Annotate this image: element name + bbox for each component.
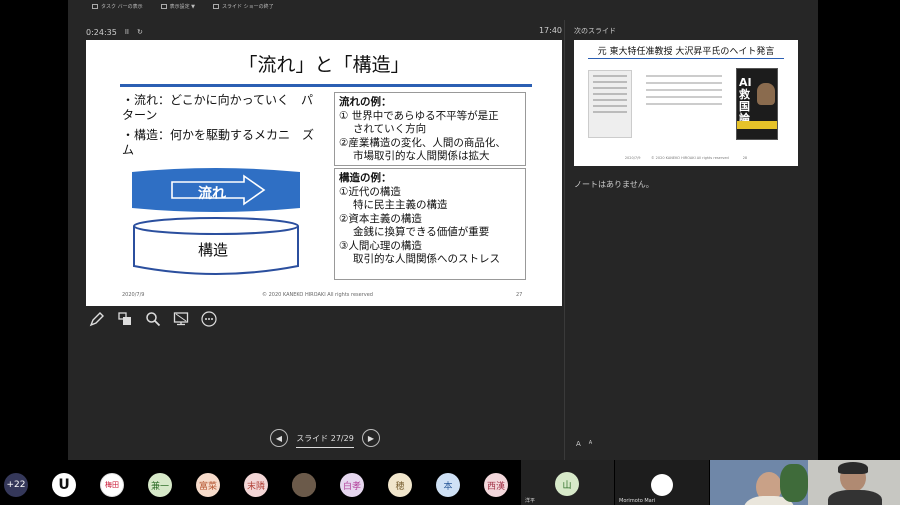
end-show-button[interactable]: スライド ショーの終了 bbox=[213, 3, 274, 10]
article-text-thumbnail bbox=[646, 70, 722, 110]
zoom-icon[interactable] bbox=[144, 310, 162, 328]
logo-avatar[interactable]: U bbox=[52, 473, 76, 497]
avatar[interactable]: 兼一 bbox=[148, 473, 172, 497]
box-line: ②産業構造の変化、人間の商品化、 bbox=[339, 136, 506, 149]
clock: 17:40 bbox=[538, 26, 562, 35]
participant-name: Morimoto Mari bbox=[619, 498, 656, 504]
next-slide-label: 次のスライド bbox=[574, 27, 616, 35]
next-slide-title: 元 東大特任准教授 大沢昇平氏のヘイト発言 bbox=[597, 47, 775, 57]
slide-date: 2020/7/9 bbox=[122, 292, 145, 298]
photo-avatar[interactable] bbox=[292, 473, 316, 497]
avatar bbox=[651, 474, 673, 496]
book-title: AI救国論 bbox=[739, 76, 752, 125]
box-line: 市場取引的な人間関係は拡大 bbox=[353, 150, 490, 162]
avatar: 山 bbox=[555, 472, 579, 496]
notes-font-controls: A A bbox=[576, 440, 592, 448]
next-slide-button[interactable]: ▶ bbox=[361, 429, 380, 447]
presenter-toolbar: タスク バーの表示 表示設定 ▼ スライド ショーの終了 bbox=[68, 0, 818, 12]
end-show-icon bbox=[213, 3, 220, 9]
video-tile[interactable] bbox=[808, 460, 900, 505]
screen-icon[interactable] bbox=[172, 310, 190, 328]
avatar[interactable]: 本 bbox=[436, 473, 460, 497]
avatar[interactable]: 末隣 bbox=[244, 473, 268, 497]
person-hair bbox=[838, 462, 868, 474]
next-slide-underline bbox=[588, 58, 784, 59]
stamp-avatar[interactable]: 梅田 bbox=[100, 473, 124, 497]
current-slide: 「流れ」と「構造」 ・流れ：どこかに向かっていく パターン ・構造：何かを駆動す… bbox=[86, 40, 562, 306]
more-icon[interactable] bbox=[200, 310, 218, 328]
slide-copyright: © 2020 KANEKO HIROAKI All rights reserve… bbox=[262, 292, 373, 298]
title-underline bbox=[120, 84, 532, 87]
increase-font-button[interactable]: A bbox=[576, 440, 581, 448]
box-line: ②資本主義の構造 bbox=[339, 212, 422, 225]
bullet-flow: ・流れ：どこかに向かっていく パターン bbox=[122, 93, 314, 122]
avatar[interactable]: 穂 bbox=[388, 473, 412, 497]
elapsed-timer: 0:24:35 bbox=[86, 27, 117, 37]
slide-navigation: ◀ スライド 27/29 ▶ bbox=[270, 428, 380, 448]
reset-icon[interactable]: ↻ bbox=[137, 28, 143, 36]
box-line: 取引的な人間関係へのストレス bbox=[353, 253, 500, 265]
next-slide-footer: 2020/7/9 © 2020 KANEKO HIROAKI All right… bbox=[624, 156, 748, 160]
prev-slide-button[interactable]: ◀ bbox=[270, 429, 288, 447]
box-line: 特に民主主義の構造 bbox=[353, 199, 448, 211]
structure-examples-box: 構造の例： ①近代の構造 特に民主主義の構造 ②資本主義の構造 金銭に換算できる… bbox=[334, 168, 526, 280]
avatar[interactable]: 白孝 bbox=[340, 473, 364, 497]
person-body bbox=[828, 490, 882, 505]
box-line: 金銭に換算できる価値が重要 bbox=[353, 226, 490, 238]
video-tile[interactable]: Morimoto Mari bbox=[615, 460, 709, 505]
book-cover-image: AI救国論 bbox=[736, 68, 778, 140]
slide-page-number: 27 bbox=[516, 292, 523, 298]
author-photo bbox=[757, 83, 775, 105]
video-tile[interactable] bbox=[710, 460, 808, 505]
box-heading: 流れの例： bbox=[339, 96, 392, 108]
video-tile[interactable]: 山 洋平 bbox=[521, 460, 614, 505]
screenshot-thumbnail bbox=[588, 70, 632, 138]
structure-label: 構造 bbox=[198, 241, 229, 259]
taskbar-icon bbox=[92, 3, 98, 9]
speaker-notes[interactable]: ノートはありません。 bbox=[574, 179, 654, 190]
slide-counter[interactable]: スライド 27/29 bbox=[296, 433, 354, 448]
decrease-font-button[interactable]: A bbox=[589, 440, 592, 448]
participant-name: 洋平 bbox=[525, 498, 536, 504]
monitor-icon bbox=[160, 3, 167, 9]
flow-examples-box: 流れの例： ① 世界中であらゆる不平等が是正 されていく方向 ②産業構造の変化、… bbox=[334, 92, 526, 166]
pen-icon[interactable] bbox=[88, 310, 106, 328]
panel-divider[interactable] bbox=[564, 20, 565, 460]
box-line: ③人間心理の構造 bbox=[339, 239, 422, 252]
box-line: ① 世界中であらゆる不平等が是正 bbox=[339, 109, 499, 122]
timer-bar: 0:24:35 II ↻ 17:40 bbox=[86, 26, 562, 38]
book-band bbox=[737, 121, 777, 129]
box-line: ①近代の構造 bbox=[339, 185, 401, 198]
flow-label: 流れ bbox=[198, 186, 226, 202]
next-slide-preview[interactable]: 元 東大特任准教授 大沢昇平氏のヘイト発言 AI救国論 2020/7/9 © 2… bbox=[574, 40, 798, 166]
box-line: されていく方向 bbox=[353, 123, 427, 135]
slide-title: 「流れ」と「構造」 bbox=[238, 54, 410, 76]
plant bbox=[780, 464, 808, 502]
slides-grid-icon[interactable] bbox=[116, 310, 134, 328]
pause-icon[interactable]: II bbox=[125, 28, 129, 36]
avatar[interactable]: 富菜 bbox=[196, 473, 220, 497]
more-participants-button[interactable]: +22 bbox=[4, 473, 28, 497]
bullet-structure: ・構造：何かを駆動するメカニ ズム bbox=[122, 128, 315, 157]
box-heading: 構造の例： bbox=[339, 172, 392, 184]
presenter-tools bbox=[88, 310, 218, 328]
avatar[interactable]: 西漢 bbox=[484, 473, 508, 497]
taskbar-toggle[interactable]: タスク バーの表示 bbox=[92, 3, 143, 10]
display-settings-button[interactable]: 表示設定 ▼ bbox=[160, 3, 195, 10]
